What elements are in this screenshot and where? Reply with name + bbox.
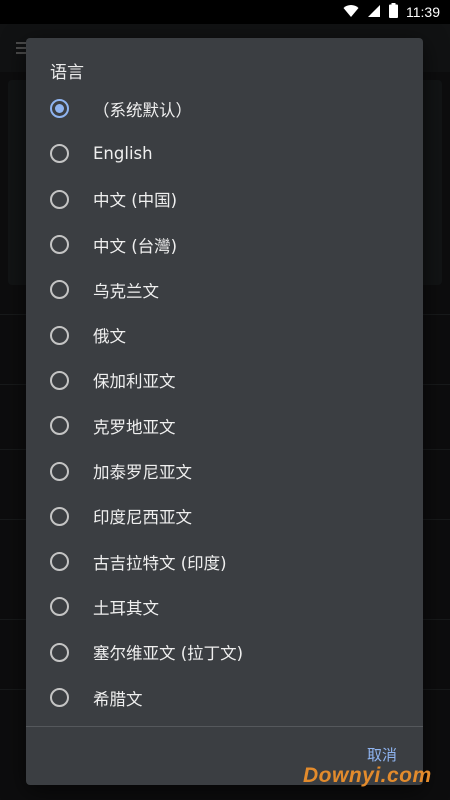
language-option[interactable]: 中文 (中国) [26, 177, 423, 222]
language-option-label: 印度尼西亚文 [93, 508, 192, 528]
language-option[interactable]: 保加利亚文 [26, 358, 423, 403]
language-dialog: 语言 （系统默认） English 中文 (中国) 中文 (台灣) 乌克兰文俄文保加利亚… [26, 38, 423, 785]
cancel-button[interactable]: 取消 [367, 744, 397, 765]
language-option[interactable]: 古吉拉特文 (印度) [26, 539, 423, 584]
language-option-label: 古吉拉特文 (印度) [93, 553, 227, 573]
radio-unchecked-icon[interactable] [50, 280, 69, 300]
language-option[interactable]: 印度尼西亚文 [26, 494, 423, 539]
language-option[interactable]: 希腊文 [26, 675, 423, 720]
language-option[interactable]: 塞尔维亚文 (拉丁文) [26, 630, 423, 675]
language-option-label: 中文 (台灣) [93, 236, 178, 256]
radio-checked-icon[interactable] [50, 99, 69, 119]
language-option-label: 克罗地亚文 [93, 417, 176, 437]
dialog-divider [26, 726, 423, 727]
radio-unchecked-icon[interactable] [50, 461, 69, 481]
language-option[interactable]: 中文 (台灣) [26, 222, 423, 267]
language-option-label: 乌克兰文 [93, 281, 159, 301]
radio-unchecked-icon[interactable] [50, 688, 69, 707]
language-option-label: （系统默认） [93, 100, 192, 120]
language-option[interactable]: 加泰罗尼亚文 [26, 448, 423, 493]
battery-icon [389, 2, 398, 22]
status-time: 11:39 [406, 4, 440, 20]
radio-unchecked-icon[interactable] [50, 552, 69, 572]
radio-unchecked-icon[interactable] [50, 370, 69, 390]
language-option[interactable]: English [26, 131, 423, 176]
signal-icon [367, 3, 381, 22]
language-options-list: （系统默认） English 中文 (中国) 中文 (台灣) 乌克兰文俄文保加利亚文克罗… [26, 86, 423, 720]
language-option-label: 俄文 [93, 327, 126, 347]
language-option[interactable]: 土耳其文 [26, 584, 423, 629]
language-option[interactable]: 克罗地亚文 [26, 403, 423, 448]
radio-unchecked-icon[interactable] [50, 325, 69, 345]
language-option[interactable]: （系统默认） [26, 86, 423, 131]
status-icons: 11:39 [343, 2, 440, 22]
radio-unchecked-icon[interactable] [50, 144, 69, 164]
wifi-icon [343, 3, 359, 22]
radio-unchecked-icon[interactable] [50, 235, 69, 255]
language-option-label: 中文 (中国) [93, 191, 178, 211]
radio-unchecked-icon[interactable] [50, 416, 69, 436]
language-option-label: 加泰罗尼亚文 [93, 463, 192, 483]
dialog-title: 语言 [50, 63, 84, 83]
language-option-label: 塞尔维亚文 (拉丁文) [93, 644, 244, 664]
language-option-label: 保加利亚文 [93, 372, 176, 392]
language-option-label: English [93, 144, 153, 164]
radio-unchecked-icon[interactable] [50, 506, 69, 526]
language-option-label: 希腊文 [93, 689, 143, 709]
language-option[interactable]: 乌克兰文 [26, 267, 423, 312]
radio-unchecked-icon[interactable] [50, 597, 69, 617]
watermark-logo: Downyi.com [303, 764, 432, 787]
language-option-label: 土耳其文 [93, 598, 159, 618]
radio-unchecked-icon[interactable] [50, 189, 69, 209]
radio-unchecked-icon[interactable] [50, 642, 69, 662]
status-bar: 11:39 [0, 0, 450, 24]
language-option[interactable]: 俄文 [26, 312, 423, 357]
